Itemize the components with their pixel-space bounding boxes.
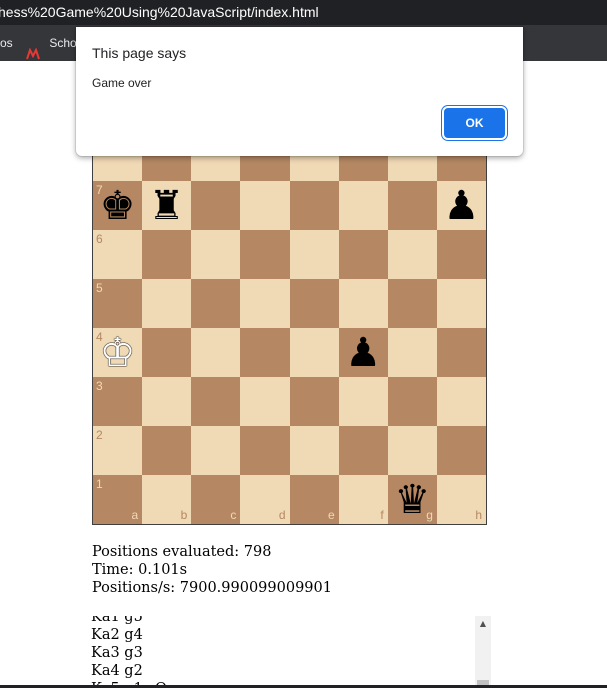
square-a2[interactable]: 2 xyxy=(93,426,143,475)
square-h7[interactable]: ♟ xyxy=(436,181,486,230)
chess-board: 87♚♜♟654♔♟321abcdefg♛h xyxy=(92,131,487,525)
square-b5[interactable] xyxy=(142,279,192,328)
ok-button[interactable]: OK xyxy=(444,108,505,138)
square-g6[interactable] xyxy=(387,230,437,279)
square-g7[interactable] xyxy=(387,181,437,230)
bookmark-item-os[interactable]: os xyxy=(0,25,13,61)
square-c6[interactable] xyxy=(191,230,241,279)
square-c4[interactable] xyxy=(191,328,241,377)
square-a3[interactable]: 3 xyxy=(93,377,143,426)
square-d4[interactable] xyxy=(240,328,290,377)
black-rook-icon[interactable]: ♜ xyxy=(142,181,191,230)
square-b3[interactable] xyxy=(142,377,192,426)
black-pawn-icon[interactable]: ♟ xyxy=(339,328,388,377)
square-e5[interactable] xyxy=(289,279,339,328)
bookmark-item-school[interactable]: Schoo xyxy=(26,25,83,61)
square-e1[interactable]: e xyxy=(289,475,339,524)
positions-per-second: Positions/s: 7900.990099009901 xyxy=(92,580,332,596)
black-king-icon[interactable]: ♚ xyxy=(93,181,142,230)
square-c1[interactable]: c xyxy=(191,475,241,524)
square-f6[interactable] xyxy=(338,230,388,279)
square-g4[interactable] xyxy=(387,328,437,377)
school-icon xyxy=(26,38,40,60)
square-a5[interactable]: 5 xyxy=(93,279,143,328)
file-label: a xyxy=(131,508,139,522)
move-item: Ka3 g3 xyxy=(91,645,143,661)
alert-dialog: This page says Game over OK xyxy=(76,27,523,156)
move-item: Ka4 g2 xyxy=(91,663,143,679)
square-h1[interactable]: h xyxy=(436,475,486,524)
square-f7[interactable] xyxy=(338,181,388,230)
rank-label: 6 xyxy=(96,232,103,246)
square-f1[interactable]: f xyxy=(338,475,388,524)
square-c5[interactable] xyxy=(191,279,241,328)
square-e6[interactable] xyxy=(289,230,339,279)
square-d1[interactable]: d xyxy=(240,475,290,524)
address-bar[interactable]: hess%20Game%20Using%20JavaScript/index.h… xyxy=(0,0,607,25)
file-label: h xyxy=(475,508,482,522)
file-label: e xyxy=(327,508,335,522)
square-e4[interactable] xyxy=(289,328,339,377)
square-d7[interactable] xyxy=(240,181,290,230)
square-d5[interactable] xyxy=(240,279,290,328)
dialog-message: Game over xyxy=(92,76,152,90)
square-d3[interactable] xyxy=(240,377,290,426)
rank-label: 2 xyxy=(96,428,103,442)
move-item: Ka1 g5 xyxy=(91,616,143,625)
file-label: b xyxy=(180,508,188,522)
scrollbar[interactable]: ▲ xyxy=(475,616,491,688)
rank-label: 5 xyxy=(96,281,103,295)
square-e2[interactable] xyxy=(289,426,339,475)
black-queen-icon[interactable]: ♛ xyxy=(388,475,437,524)
square-g5[interactable] xyxy=(387,279,437,328)
square-h2[interactable] xyxy=(436,426,486,475)
rank-label: 3 xyxy=(96,379,103,393)
scroll-up-arrow-icon[interactable]: ▲ xyxy=(475,616,491,632)
square-c7[interactable] xyxy=(191,181,241,230)
square-h5[interactable] xyxy=(436,279,486,328)
square-f2[interactable] xyxy=(338,426,388,475)
square-h3[interactable] xyxy=(436,377,486,426)
square-b7[interactable]: ♜ xyxy=(142,181,192,230)
square-a1[interactable]: 1a xyxy=(93,475,143,524)
square-f5[interactable] xyxy=(338,279,388,328)
square-h6[interactable] xyxy=(436,230,486,279)
square-a7[interactable]: 7 ♚ xyxy=(93,181,143,230)
move-history[interactable]: Ka1 g5 Ka2 g4 Ka3 g3 Ka4 g2 Ka5 g1=Q ▲ xyxy=(91,616,491,688)
move-item: Ka2 g4 xyxy=(91,627,143,643)
square-g1[interactable]: g ♛ xyxy=(387,475,437,524)
square-d6[interactable] xyxy=(240,230,290,279)
file-label: f xyxy=(380,508,384,522)
square-f4[interactable]: ♟ xyxy=(338,328,388,377)
dialog-title: This page says xyxy=(92,45,187,61)
bookmark-label: os xyxy=(0,36,13,50)
square-b1[interactable]: b xyxy=(142,475,192,524)
square-b6[interactable] xyxy=(142,230,192,279)
square-e7[interactable] xyxy=(289,181,339,230)
square-e3[interactable] xyxy=(289,377,339,426)
square-b2[interactable] xyxy=(142,426,192,475)
file-label: c xyxy=(230,508,237,522)
square-c2[interactable] xyxy=(191,426,241,475)
square-c3[interactable] xyxy=(191,377,241,426)
square-d2[interactable] xyxy=(240,426,290,475)
file-label: d xyxy=(278,508,286,522)
square-h4[interactable] xyxy=(436,328,486,377)
engine-stats: Positions evaluated: 798 Time: 0.101s Po… xyxy=(92,543,332,597)
square-b4[interactable] xyxy=(142,328,192,377)
positions-evaluated: Positions evaluated: 798 xyxy=(92,544,272,560)
square-a6[interactable]: 6 xyxy=(93,230,143,279)
search-time: Time: 0.101s xyxy=(92,562,188,578)
rank-label: 1 xyxy=(96,477,103,491)
url-text: hess%20Game%20Using%20JavaScript/index.h… xyxy=(0,4,319,20)
move-list: Ka1 g5 Ka2 g4 Ka3 g3 Ka4 g2 Ka5 g1=Q xyxy=(91,616,167,688)
white-king-icon[interactable]: ♔ xyxy=(93,328,142,377)
square-g2[interactable] xyxy=(387,426,437,475)
square-a4[interactable]: 4 ♔ xyxy=(93,328,143,377)
black-pawn-icon[interactable]: ♟ xyxy=(437,181,486,230)
square-f3[interactable] xyxy=(338,377,388,426)
square-g3[interactable] xyxy=(387,377,437,426)
